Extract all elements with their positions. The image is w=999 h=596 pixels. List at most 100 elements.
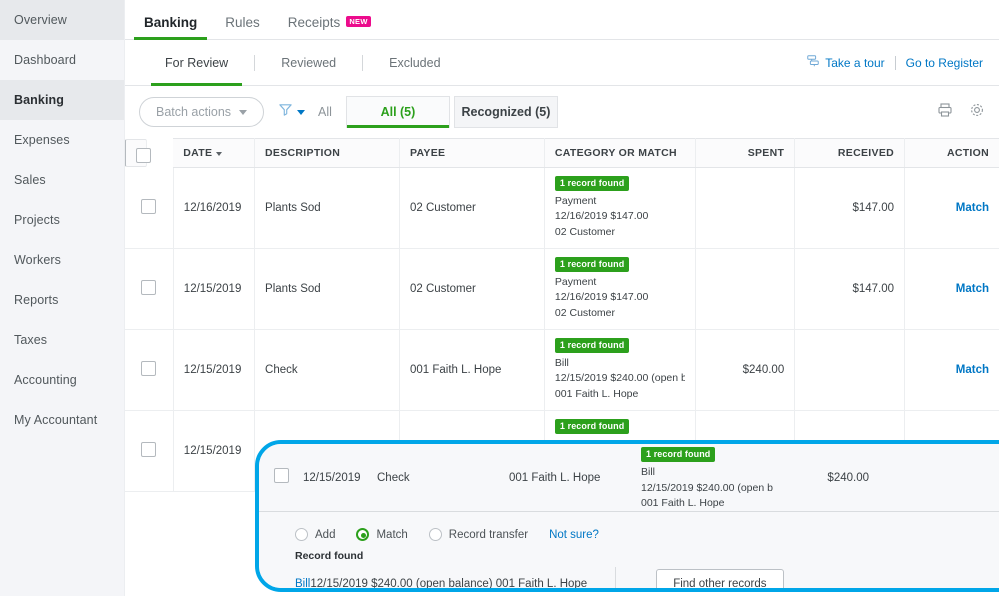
radio-record-transfer[interactable]	[428, 528, 442, 541]
sidebar-item-dashboard[interactable]: Dashboard	[0, 40, 124, 80]
column-header-label: PAYEE	[409, 147, 446, 159]
table-header-row: DATE DESCRIPTION PAYEE CATEGORY OR MATCH SPE…	[125, 138, 999, 168]
row-match-type: Payment	[554, 276, 597, 289]
sidebar-item-taxes[interactable]: Taxes	[0, 320, 124, 360]
column-header-category-or-match[interactable]: CATEGORY OR MATCH	[544, 138, 697, 168]
row-match-link[interactable]: Match	[956, 364, 989, 376]
printer-icon[interactable]	[937, 102, 953, 123]
pill-all[interactable]: All (5)	[345, 96, 450, 128]
sidebar-item-label: Dashboard	[14, 53, 77, 67]
row-date: 12/16/2019	[173, 167, 256, 249]
sidebar-item-sales[interactable]: Sales	[0, 160, 124, 200]
sidebar-item-banking[interactable]: Banking	[0, 80, 124, 120]
column-header-spent[interactable]: SPENT	[695, 138, 796, 168]
row-match-link[interactable]: Match	[956, 202, 989, 214]
column-header-description[interactable]: DESCRIPTION	[254, 138, 400, 168]
gear-icon[interactable]	[969, 102, 985, 123]
row-category-or-match: 1 record found Bill 12/15/2019 $240.00 (op…	[544, 329, 697, 411]
row-checkbox-cell	[125, 329, 174, 411]
row-payee: 02 Customer	[399, 167, 545, 249]
filter-all-label[interactable]: All	[318, 105, 332, 119]
transactions-table: DATE DESCRIPTION PAYEE CATEGORY OR MATCH SPE…	[125, 138, 999, 492]
radio-match-label[interactable]: Match	[376, 529, 407, 541]
record-type-link[interactable]: Bill	[295, 578, 310, 588]
sidebar-item-projects[interactable]: Projects	[0, 200, 124, 240]
sidebar-item-reports[interactable]: Reports	[0, 280, 124, 320]
take-a-tour-label: Take a tour	[825, 55, 885, 70]
row-checkbox[interactable]	[141, 441, 157, 457]
expanded-category-or-match: 1 record found Bill 12/15/2019 $240.00 (…	[641, 444, 779, 511]
row-match-payee: 02 Customer	[554, 225, 615, 238]
header-divider	[894, 55, 896, 70]
row-category-or-match: 1 record found Payment 12/16/2019 $147.00 0…	[544, 248, 697, 330]
record-found-badge: 1 record found	[554, 176, 630, 192]
radio-record-transfer-label[interactable]: Record transfer	[449, 529, 528, 541]
column-header-received[interactable]: RECEIVED	[794, 138, 906, 168]
row-checkbox[interactable]	[273, 467, 289, 483]
sidebar-item-label: Sales	[14, 173, 46, 187]
column-header-label: CATEGORY OR MATCH	[554, 147, 677, 159]
record-found-badge: 1 record found	[554, 256, 630, 273]
sidebar-item-label: Taxes	[14, 333, 48, 347]
row-match-link[interactable]: Match	[956, 283, 989, 295]
sidebar-item-my-accountant[interactable]: My Accountant	[0, 400, 124, 440]
filter-button[interactable]	[278, 102, 306, 122]
column-header-action[interactable]: ACTION	[904, 138, 999, 168]
tab-for-review[interactable]: For Review	[139, 40, 254, 86]
pill-recognized-label: Recognized (5)	[461, 105, 551, 119]
expanded-spent: $240.00	[827, 471, 869, 484]
go-to-register-link[interactable]: Go to Register	[906, 56, 983, 70]
tab-reviewed[interactable]: Reviewed	[255, 40, 362, 86]
row-date: 12/15/2019	[173, 329, 256, 411]
expanded-match-type: Bill	[641, 466, 656, 479]
column-header-payee[interactable]: PAYEE	[399, 138, 545, 168]
select-all-checkbox[interactable]	[136, 147, 151, 163]
sidebar-item-label: My Accountant	[14, 413, 98, 427]
record-found-badge: 1 record found	[641, 447, 716, 463]
sidebar-item-expenses[interactable]: Expenses	[0, 120, 124, 160]
pill-recognized[interactable]: Recognized (5)	[453, 96, 558, 128]
column-header-date[interactable]: DATE	[173, 138, 256, 168]
tab-reviewed-label: Reviewed	[281, 55, 337, 70]
not-sure-link[interactable]: Not sure?	[549, 529, 599, 541]
tab-excluded-label: Excluded	[389, 55, 441, 70]
sidebar-item-overview[interactable]: Overview	[0, 0, 124, 40]
sidebar-item-accounting[interactable]: Accounting	[0, 360, 124, 400]
record-found-row: Bill 12/15/2019 $240.00 (open balance) 0…	[259, 567, 999, 588]
tab-excluded[interactable]: Excluded	[363, 40, 466, 86]
batch-actions-button[interactable]: Batch actions	[139, 97, 265, 127]
row-description: Plants Sod	[254, 167, 400, 249]
primary-tab-bar: Banking Rules Receipts NEW	[125, 0, 999, 40]
toolbar: Batch actions All All (5) Recognized (5)	[125, 86, 999, 138]
column-header-label: DESCRIPTION	[265, 147, 341, 159]
table-row[interactable]: 12/16/2019 Plants Sod 02 Customer 1 record …	[125, 167, 999, 249]
tab-banking[interactable]: Banking	[130, 15, 211, 40]
find-other-records-button[interactable]: Find other records	[656, 569, 784, 588]
tab-rules[interactable]: Rules	[211, 15, 274, 39]
table-row[interactable]: 12/15/2019 Check 001 Faith L. Hope 1 record…	[125, 329, 999, 411]
radio-add-label[interactable]: Add	[315, 529, 335, 541]
quickbooks-banking-app: Overview Dashboard Banking Expenses Sales Pro…	[0, 0, 999, 596]
batch-actions-label: Batch actions	[156, 105, 232, 119]
table-row[interactable]: 12/15/2019Plants Sod02 Customer1 record …	[125, 248, 999, 330]
record-found-label: Record found	[295, 550, 364, 562]
radio-add[interactable]	[295, 528, 308, 541]
row-date: 12/15/2019	[173, 410, 256, 492]
expanded-transaction-row[interactable]: 12/15/2019 Check 001 Faith L. Hope 1 rec…	[259, 444, 999, 512]
take-a-tour-button[interactable]: Take a tour	[806, 54, 885, 71]
row-checkbox[interactable]	[141, 360, 157, 376]
tab-receipts[interactable]: Receipts NEW	[274, 15, 385, 39]
row-match-detail: 12/15/2019 $240.00 (open b	[554, 372, 686, 385]
row-checkbox[interactable]	[141, 279, 157, 295]
sidebar-item-workers[interactable]: Workers	[0, 240, 124, 280]
select-all-header-cell	[125, 138, 151, 167]
column-header-label: SPENT	[747, 147, 785, 159]
status-pill-group: All (5) Recognized (5)	[345, 96, 558, 128]
row-checkbox[interactable]	[141, 198, 157, 214]
column-header-label: DATE	[183, 147, 213, 159]
record-found-badge: 1 record found	[554, 337, 630, 354]
transactions-table-wrapper: DATE DESCRIPTION PAYEE CATEGORY OR MATCH SPE…	[125, 138, 999, 492]
row-match-type: Payment	[554, 195, 597, 208]
radio-match[interactable]	[356, 528, 370, 541]
row-checkbox-cell	[125, 410, 174, 492]
